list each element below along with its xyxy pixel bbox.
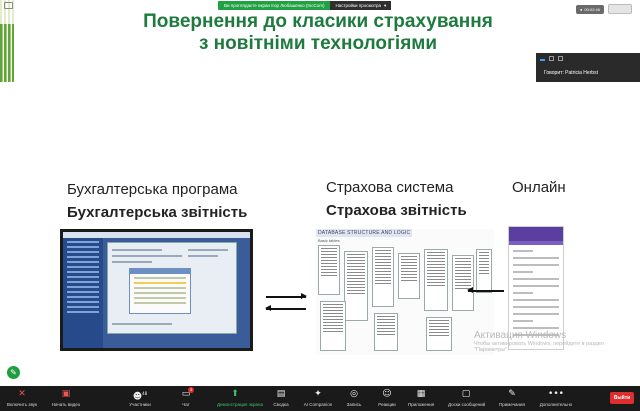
whiteboards-icon: ▢ bbox=[461, 389, 471, 399]
more-icon: ••• bbox=[548, 389, 564, 399]
notes-icon: ✎ bbox=[508, 389, 516, 399]
chat-badge: 3 bbox=[188, 387, 194, 393]
mic-activity-icon[interactable]: ✎ bbox=[7, 366, 20, 379]
col2-heading: Страхова система bbox=[326, 179, 454, 196]
arrow-left-icon bbox=[467, 287, 504, 293]
chevron-down-icon: ▾ bbox=[384, 3, 387, 8]
reactions-button[interactable]: ☺ Реакции bbox=[369, 388, 405, 407]
leave-button[interactable]: Выйти bbox=[610, 392, 634, 404]
view-settings-button[interactable]: Настройки просмотра ▾ bbox=[330, 1, 392, 10]
watermark-title: Активация Windows bbox=[474, 330, 567, 341]
share-banner: Ви проглядаєте екран Ігор Любашенко (Inc… bbox=[218, 1, 392, 10]
recording-time: 00:02:46 bbox=[584, 6, 600, 12]
video-off-icon: ▣ bbox=[61, 389, 71, 399]
view-settings-label: Настройки просмотра bbox=[335, 3, 382, 8]
viewing-share-text: Ви проглядаєте екран Ігор Любашенко (Inc… bbox=[218, 1, 331, 10]
windows-activation-watermark: Активация Windows Чтобы активировать Win… bbox=[474, 330, 604, 353]
active-speaker-panel[interactable]: Говорит: Patricia Herbst bbox=[536, 53, 640, 82]
share-screen-icon: ⬆ bbox=[231, 389, 239, 399]
gallery-view-icon[interactable] bbox=[549, 56, 554, 61]
col2-bold-heading: Страхова звітність bbox=[326, 202, 467, 219]
apps-button[interactable]: ▦ Приложения bbox=[403, 388, 439, 407]
summary-icon: ▤ bbox=[276, 389, 286, 399]
whiteboards-button[interactable]: ▢ Доски сообщений bbox=[448, 388, 485, 407]
active-speaker-label: Говорит: Patricia Herbst bbox=[544, 70, 598, 76]
db-diagram-subtitle: Basic tables bbox=[318, 238, 340, 243]
record-button[interactable]: ◎ Запись bbox=[336, 388, 372, 407]
slide-decoration-green bbox=[0, 24, 14, 82]
muted-mic-icon: ✕ bbox=[18, 389, 26, 399]
more-button[interactable]: ••• Дополнительно bbox=[538, 388, 574, 407]
summary-button[interactable]: ▤ Сводка bbox=[263, 388, 299, 407]
apps-icon: ▦ bbox=[416, 389, 426, 399]
slide-title: Повернення до класики страхування з нові… bbox=[118, 11, 518, 55]
view-mode-button[interactable] bbox=[608, 4, 632, 14]
record-dot-icon: ● bbox=[580, 6, 583, 12]
db-diagram-title: DATABASE STRUCTURE AND LOGIC bbox=[316, 229, 413, 237]
start-video-button[interactable]: ▣ Начать видео bbox=[48, 388, 84, 407]
record-icon: ◎ bbox=[350, 389, 358, 399]
speaker-view-icon[interactable] bbox=[540, 59, 545, 61]
accounting-program-screenshot bbox=[60, 229, 253, 351]
slide-title-line2: з новітніми технологіями bbox=[198, 33, 438, 54]
col3-heading: Онлайн bbox=[512, 179, 566, 196]
ai-companion-button[interactable]: ✦ AI Companion bbox=[300, 388, 336, 407]
arrow-left-icon bbox=[265, 305, 306, 311]
arrow-right-icon bbox=[266, 293, 307, 299]
watermark-line2: "Параметры". bbox=[474, 347, 509, 353]
chat-button[interactable]: ▭ 3 Чат bbox=[168, 387, 204, 407]
notes-button[interactable]: ✎ Примечания bbox=[494, 388, 530, 407]
recording-timer[interactable]: ● 00:02:46 bbox=[576, 4, 604, 14]
col1-bold-heading: Бухгалтерська звітність bbox=[67, 204, 248, 221]
slide-title-line1: Повернення до класики страхування bbox=[143, 11, 493, 32]
ai-companion-icon: ✦ bbox=[314, 389, 322, 399]
grid-view-icon[interactable] bbox=[558, 56, 563, 61]
share-screen-button[interactable]: ⬆ Демонстрация экрана bbox=[217, 388, 263, 407]
view-layout-switcher[interactable] bbox=[540, 56, 563, 61]
unmute-button[interactable]: ✕ Включить звук bbox=[4, 388, 40, 407]
security-shield-icon[interactable] bbox=[4, 2, 13, 9]
col1-heading: Бухгалтерська програма bbox=[67, 181, 238, 198]
chat-icon: ▭ bbox=[181, 389, 191, 399]
participants-icon: ☻48 bbox=[132, 391, 148, 402]
meeting-toolbar: ✕ Включить звук ▣ Начать видео ☻48 Участ… bbox=[0, 386, 640, 411]
top-right-controls: ● 00:02:46 bbox=[576, 4, 632, 14]
participants-button[interactable]: ☻48 Участники bbox=[122, 388, 158, 407]
reactions-icon: ☺ bbox=[382, 389, 392, 399]
